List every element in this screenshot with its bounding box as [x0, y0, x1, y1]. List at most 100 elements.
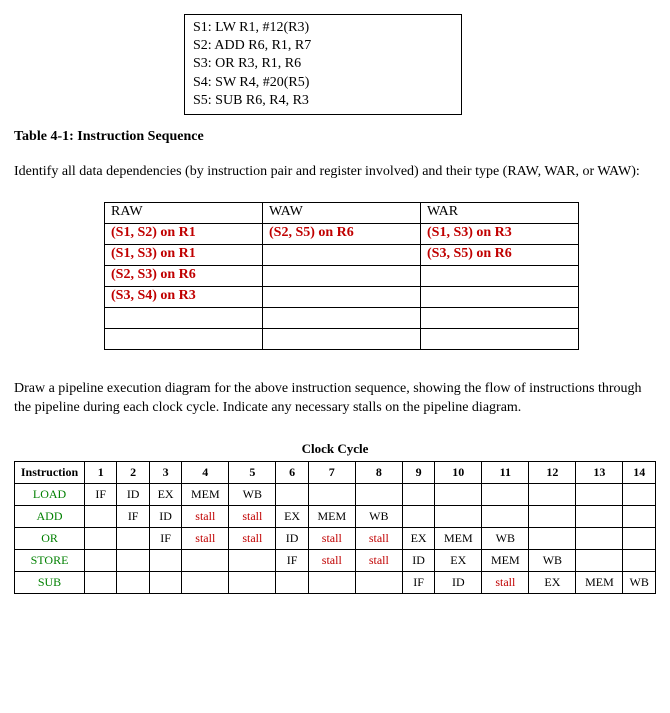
pipe-cell: MEM	[482, 549, 529, 571]
dep-cell	[263, 328, 421, 349]
pipe-hdr-13: 13	[576, 461, 623, 483]
prompt-pipeline: Draw a pipeline execution diagram for th…	[14, 380, 656, 418]
instr-s2: S2: ADD R6, R1, R7	[193, 37, 453, 55]
pipe-cell: EX	[529, 571, 576, 593]
dep-raw-3: (S2, S3) on R6	[105, 265, 263, 286]
pipe-row-store: STORE IF stall stall ID EX MEM WB	[15, 549, 656, 571]
pipe-cell	[576, 527, 623, 549]
dep-raw-2: (S1, S3) on R1	[105, 244, 263, 265]
dep-hdr-waw: WAW	[263, 202, 421, 223]
pipe-cell	[276, 571, 308, 593]
pipe-cell: EX	[435, 549, 482, 571]
pipe-cell: IF	[276, 549, 308, 571]
pipe-cell-stall: stall	[308, 527, 355, 549]
dep-raw-4: (S3, S4) on R3	[105, 286, 263, 307]
pipe-row-add: ADD IF ID stall stall EX MEM WB	[15, 505, 656, 527]
pipe-cell: WB	[529, 549, 576, 571]
pipe-hdr-4: 4	[182, 461, 229, 483]
pipe-cell: ID	[402, 549, 434, 571]
pipe-cell	[435, 505, 482, 527]
dep-war-1: (S1, S3) on R3	[421, 223, 579, 244]
pipe-cell	[482, 483, 529, 505]
pipe-cell	[229, 549, 276, 571]
pipeline-table: Clock Cycle Instruction 1 2 3 4 5 6 7 8 …	[14, 438, 656, 594]
pipe-cell	[623, 527, 656, 549]
dep-hdr-war: WAR	[421, 202, 579, 223]
prompt-dependencies: Identify all data dependencies (by instr…	[14, 163, 656, 182]
pipe-cell	[117, 571, 149, 593]
pipe-cell-stall: stall	[182, 505, 229, 527]
pipe-cell	[308, 571, 355, 593]
pipe-cell	[623, 505, 656, 527]
pipe-cell	[149, 549, 181, 571]
pipe-cell	[623, 483, 656, 505]
pipe-cell	[85, 505, 117, 527]
dep-cell	[263, 244, 421, 265]
pipe-cell	[308, 483, 355, 505]
pipe-cell	[276, 483, 308, 505]
pipe-cell: MEM	[435, 527, 482, 549]
pipe-cell	[355, 483, 402, 505]
pipe-row-sub: SUB IF ID stall EX MEM WB	[15, 571, 656, 593]
dep-waw-1: (S2, S5) on R6	[263, 223, 421, 244]
dep-cell	[421, 307, 579, 328]
pipe-cell: EX	[276, 505, 308, 527]
dep-raw-1: (S1, S2) on R1	[105, 223, 263, 244]
pipe-cell: MEM	[182, 483, 229, 505]
pipe-cell: IF	[85, 483, 117, 505]
pipe-hdr-7: 7	[308, 461, 355, 483]
dep-cell	[421, 328, 579, 349]
pipe-cell	[529, 483, 576, 505]
pipe-cell: IF	[402, 571, 434, 593]
pipe-cell	[435, 483, 482, 505]
pipe-label-or: OR	[15, 527, 85, 549]
pipe-cell	[117, 549, 149, 571]
pipe-cell	[529, 527, 576, 549]
dep-cell	[421, 265, 579, 286]
pipe-cell	[117, 527, 149, 549]
pipe-cell	[85, 571, 117, 593]
pipe-cell: MEM	[308, 505, 355, 527]
pipe-hdr-6: 6	[276, 461, 308, 483]
pipe-cell: IF	[117, 505, 149, 527]
pipe-hdr-instr: Instruction	[15, 461, 85, 483]
pipe-cell-stall: stall	[229, 527, 276, 549]
dep-hdr-raw: RAW	[105, 202, 263, 223]
table-caption: Table 4-1: Instruction Sequence	[14, 129, 656, 145]
pipe-label-sub: SUB	[15, 571, 85, 593]
pipe-cell: EX	[149, 483, 181, 505]
pipe-cell: ID	[276, 527, 308, 549]
pipe-cell: ID	[117, 483, 149, 505]
dep-cell	[105, 328, 263, 349]
dep-war-2: (S3, S5) on R6	[421, 244, 579, 265]
instr-s4: S4: SW R4, #20(R5)	[193, 74, 453, 92]
dep-cell	[105, 307, 263, 328]
dep-cell	[263, 307, 421, 328]
dep-cell	[263, 286, 421, 307]
pipe-cell-stall: stall	[182, 527, 229, 549]
pipe-row-load: LOAD IF ID EX MEM WB	[15, 483, 656, 505]
pipe-cell: ID	[435, 571, 482, 593]
pipe-cell-stall: stall	[355, 527, 402, 549]
pipe-cell	[182, 549, 229, 571]
pipe-cell	[482, 505, 529, 527]
dep-cell	[421, 286, 579, 307]
pipe-label-add: ADD	[15, 505, 85, 527]
pipe-cell: WB	[482, 527, 529, 549]
pipe-cell	[402, 483, 434, 505]
pipe-cell-stall: stall	[308, 549, 355, 571]
pipe-hdr-12: 12	[529, 461, 576, 483]
instr-s5: S5: SUB R6, R4, R3	[193, 92, 453, 110]
pipe-cell	[576, 549, 623, 571]
pipe-title: Clock Cycle	[15, 438, 656, 462]
pipe-label-load: LOAD	[15, 483, 85, 505]
dep-cell	[263, 265, 421, 286]
pipe-cell	[85, 549, 117, 571]
dependency-table: RAW WAW WAR (S1, S2) on R1 (S2, S5) on R…	[104, 202, 579, 350]
pipe-hdr-14: 14	[623, 461, 656, 483]
pipe-cell: WB	[355, 505, 402, 527]
pipe-cell	[576, 505, 623, 527]
pipe-hdr-9: 9	[402, 461, 434, 483]
pipe-hdr-3: 3	[149, 461, 181, 483]
pipe-cell-stall: stall	[229, 505, 276, 527]
